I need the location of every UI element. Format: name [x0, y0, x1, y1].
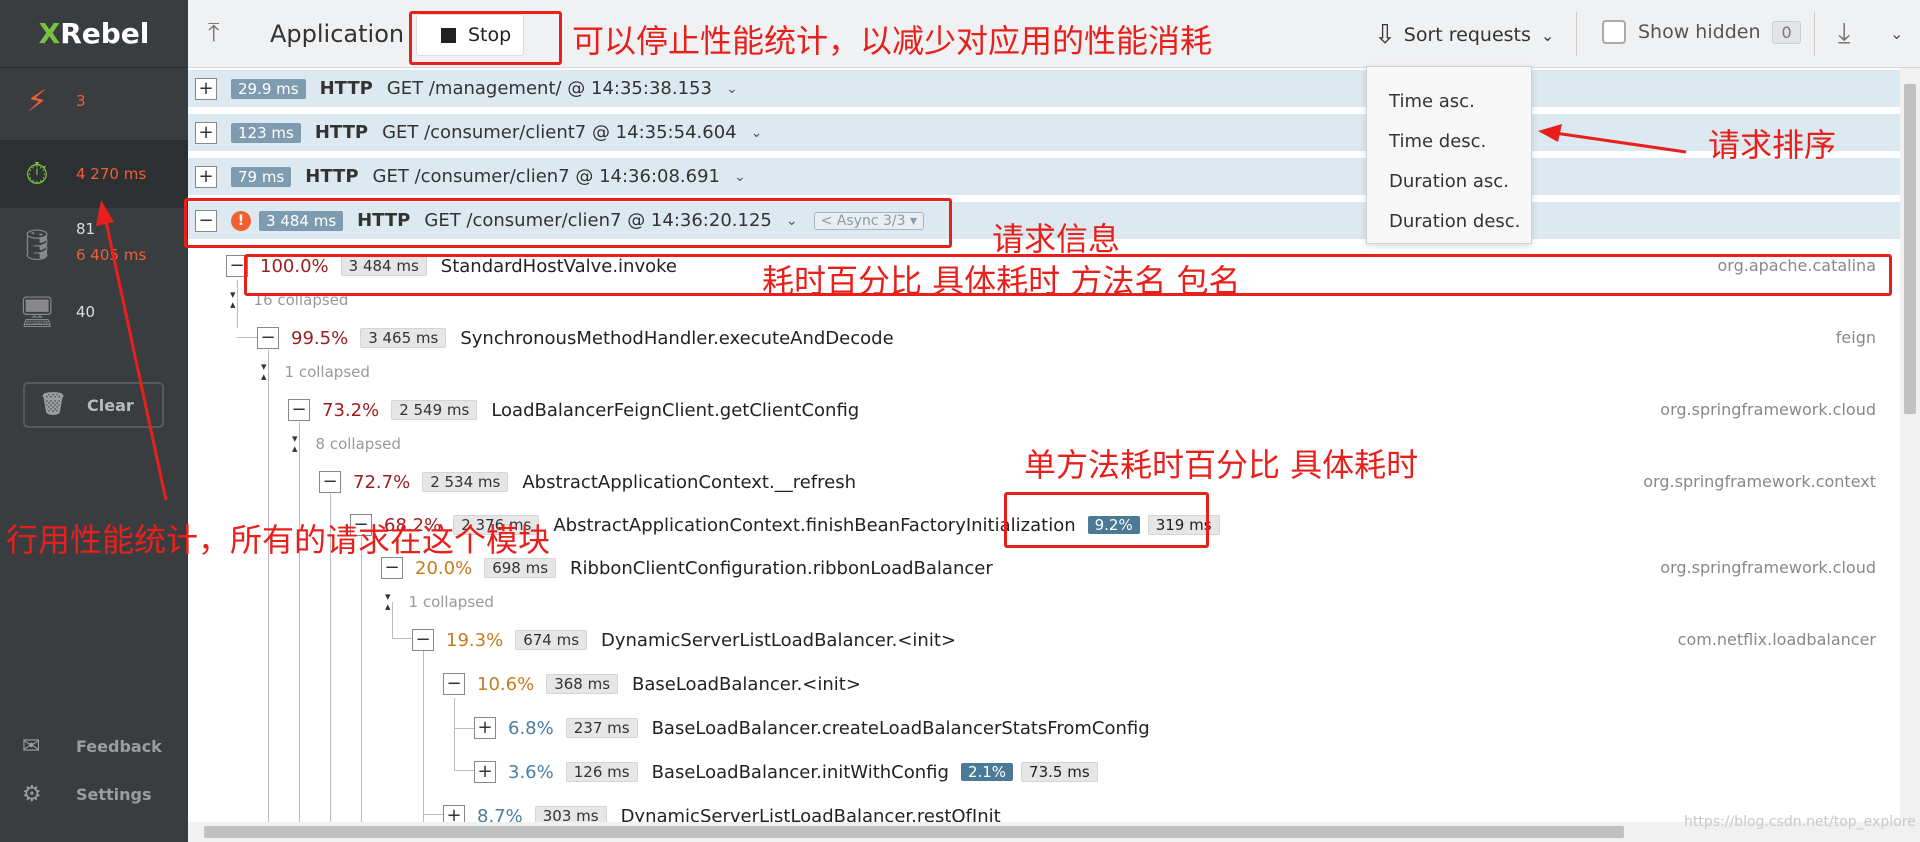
watermark: https://blog.csdn.net/top_explore: [1684, 814, 1916, 830]
annotation-arrows: [96, 124, 1687, 501]
arrow-line: [102, 211, 168, 501]
arrow-line: [1547, 130, 1687, 154]
arrow-head: [1538, 124, 1562, 142]
arrow-head: [96, 200, 114, 226]
